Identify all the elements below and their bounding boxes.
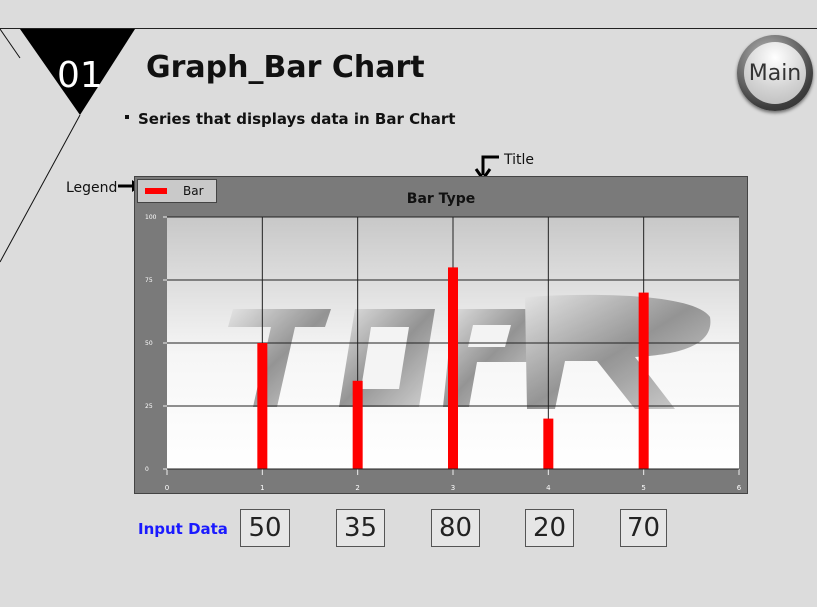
x-tick-label: 5 [641, 484, 645, 492]
x-tick-label: 6 [737, 484, 742, 492]
main-button[interactable]: Main [737, 35, 813, 111]
y-tick-label: 100 [145, 214, 157, 221]
bar-4 [543, 418, 554, 469]
input-box-2[interactable]: 35 [336, 509, 385, 547]
chart-plot: 0 25 50 75 100 0 1 2 3 4 5 6 [145, 214, 742, 492]
input-box-5[interactable]: 70 [620, 509, 667, 547]
bar-2 [352, 380, 363, 469]
bar-chart: Bar Bar Type 0255075100012345 [134, 176, 748, 494]
x-tick-label: 4 [546, 484, 551, 492]
bar-3 [448, 267, 458, 469]
input-box-4[interactable]: 20 [525, 509, 574, 547]
x-tick-label: 1 [260, 484, 264, 492]
bar-1 [257, 343, 268, 469]
y-tick-label: 25 [145, 403, 153, 410]
y-tick-label: 0 [145, 466, 149, 473]
main-button-label: Main [744, 42, 806, 104]
x-tick-label: 3 [451, 484, 455, 492]
y-tick-label: 75 [145, 277, 153, 284]
input-data-label: Input Data [138, 520, 228, 538]
x-tick-label: 0 [165, 484, 169, 492]
bullet-icon [125, 115, 129, 119]
section-number: 01 [57, 55, 103, 96]
page-subtitle: Series that displays data in Bar Chart [138, 110, 456, 128]
title-annotation: Title [504, 152, 535, 168]
y-tick-label: 50 [145, 340, 153, 347]
bar-5 [638, 292, 649, 469]
page-title: Graph_Bar Chart [146, 50, 425, 85]
legend-annotation: Legend [66, 180, 118, 196]
input-box-1[interactable]: 50 [240, 509, 290, 547]
header-decoration [0, 28, 135, 263]
input-box-3[interactable]: 80 [431, 509, 480, 547]
x-tick-label: 2 [355, 484, 359, 492]
